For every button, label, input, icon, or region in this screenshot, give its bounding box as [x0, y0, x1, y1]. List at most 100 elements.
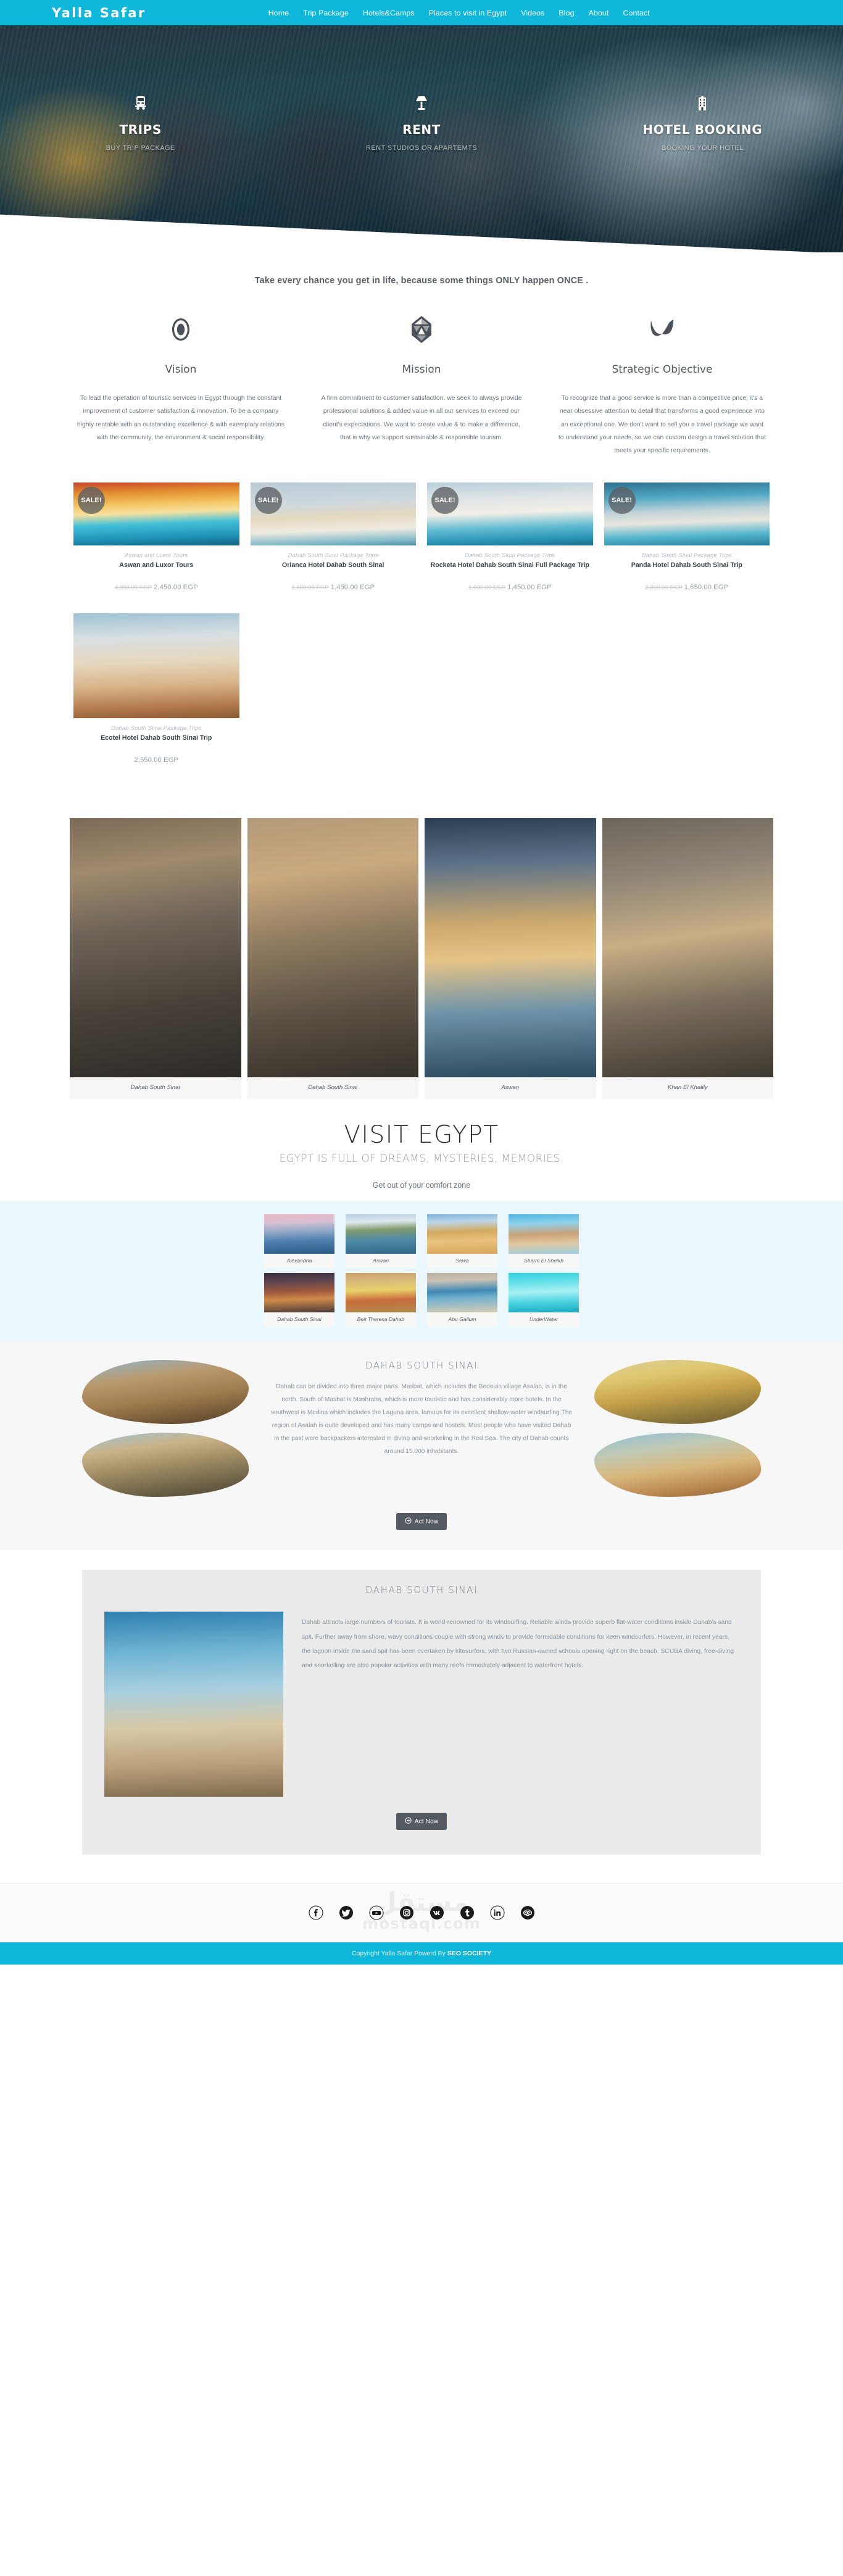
dahab-detail-image: [104, 1612, 283, 1797]
destination-card[interactable]: Alexandria: [264, 1214, 334, 1269]
destination-caption: Abu Gallum: [427, 1312, 497, 1327]
tumblr-icon[interactable]: [459, 1905, 475, 1920]
nav-item-blog[interactable]: Blog: [559, 9, 574, 17]
footer-spacer: [0, 1855, 843, 1884]
product-name[interactable]: Aswan and Luxor Tours: [73, 561, 239, 570]
site-brand[interactable]: Yalla Safar: [52, 6, 146, 20]
dahab-detail-title: DAHAB SOUTH SINAI: [365, 1584, 478, 1596]
product-image: [73, 613, 239, 718]
strategic-objective-body: To recognize that a good service is more…: [558, 395, 766, 455]
product-current-price: 2,450.00 EGP: [154, 584, 198, 591]
bus-icon: [0, 95, 281, 111]
dahab-detail-section: DAHAB SOUTH SINAI Dahab attracts large n…: [82, 1570, 761, 1855]
product-card[interactable]: Dahab South Sinai Package Trips Ecotel H…: [68, 613, 245, 764]
linkedin-icon[interactable]: [489, 1905, 505, 1920]
destination-caption: Aswan: [346, 1254, 416, 1269]
visit-egypt-subtitle-2: Get out of your comfort zone: [372, 1181, 471, 1190]
gallery-item[interactable]: Khan El Khalily: [602, 818, 773, 1100]
nav-item-places-to-visit[interactable]: Places to visit in Egypt: [429, 9, 507, 17]
mission-title: Mission: [402, 363, 441, 376]
destination-card[interactable]: Dahab South Sinai: [264, 1273, 334, 1327]
nav-item-contact[interactable]: Contact: [623, 9, 649, 17]
act-now-button[interactable]: Act Now: [396, 1813, 447, 1831]
product-current-price: 1,450.00 EGP: [330, 584, 375, 591]
destination-caption: Sharm El Sheikh: [509, 1254, 579, 1269]
gallery-image: [602, 818, 773, 1078]
dahab-blob-image[interactable]: [594, 1360, 761, 1425]
product-thumbnail[interactable]: SALE!: [604, 482, 770, 545]
destination-card[interactable]: Abu Gallum: [427, 1273, 497, 1327]
nav-item-about[interactable]: About: [589, 9, 609, 17]
mission-body: A firm commitment to customer satisfacti…: [321, 395, 522, 441]
dahab-title: DAHAB SOUTH SINAI: [365, 1360, 478, 1372]
product-name[interactable]: Rocketa Hotel Dahab South Sinai Full Pac…: [427, 561, 593, 570]
dahab-blob-image[interactable]: [594, 1433, 761, 1497]
instagram-icon[interactable]: [399, 1905, 414, 1920]
product-card[interactable]: SALE! Dahab South Sinai Package Trips Or…: [245, 482, 422, 591]
hero-feature-hotel-booking[interactable]: HOTEL BOOKING BOOKING YOUR HOTEL: [562, 95, 843, 152]
destination-image: [509, 1273, 579, 1313]
dahab-right-images: [594, 1360, 761, 1497]
product-name[interactable]: Panda Hotel Dahab South Sinai Trip: [604, 561, 770, 570]
act-now-label: Act Now: [414, 1518, 439, 1525]
product-thumbnail[interactable]: SALE!: [73, 482, 239, 545]
dahab-blob-image[interactable]: [82, 1360, 249, 1425]
visit-egypt-section: VISIT EGYPT EGYPT IS FULL OF DREAMS, MYS…: [0, 1121, 843, 1190]
product-card[interactable]: SALE! Dahab South Sinai Package Trips Ro…: [422, 482, 599, 591]
hero-feature-title: HOTEL BOOKING: [642, 122, 763, 137]
gallery-item[interactable]: Dahab South Sinai: [247, 818, 418, 1100]
product-category: Dahab South Sinai Package Trips: [465, 551, 555, 558]
product-card[interactable]: SALE! Dahab South Sinai Package Trips Pa…: [599, 482, 776, 591]
gallery-item[interactable]: Dahab South Sinai: [70, 818, 241, 1100]
site-footer: مستقل mostaql.com: [0, 1883, 843, 1943]
visit-egypt-title: VISIT EGYPT: [344, 1121, 499, 1149]
mission-column: Mission A firm commitment to customer sa…: [301, 313, 542, 458]
destination-caption: Dahab South Sinai: [264, 1312, 334, 1327]
circle-arrow-icon: [405, 1517, 412, 1526]
photo-gallery: Dahab South Sinai Dahab South Sinai Aswa…: [51, 818, 792, 1100]
gallery-caption: Dahab South Sinai: [247, 1077, 418, 1100]
hero-feature-trips[interactable]: TRIPS BUY TRIP PACKAGE: [0, 95, 281, 152]
destination-image: [509, 1214, 579, 1254]
product-grid: SALE! Aswan and Luxor Tours Aswan and Lu…: [68, 482, 775, 776]
copyright-brand[interactable]: SEO SOCIETY: [447, 1950, 491, 1957]
destination-card[interactable]: Aswan: [346, 1214, 416, 1269]
vk-icon[interactable]: [429, 1905, 444, 1920]
dahab-text-column: DAHAB SOUTH SINAI Dahab can be divided i…: [259, 1360, 584, 1458]
product-old-price: 1,600.00 EGP: [468, 584, 506, 591]
product-name[interactable]: Orianca Hotel Dahab South Sinai: [251, 561, 417, 570]
product-name[interactable]: Ecotel Hotel Dahab South Sinai Trip: [73, 734, 239, 743]
nav-item-home[interactable]: Home: [268, 9, 289, 17]
product-thumbnail[interactable]: SALE!: [427, 482, 593, 545]
main-nav: Home Trip Package Hotels&Camps Places to…: [268, 9, 650, 17]
gallery-item[interactable]: Aswan: [425, 818, 596, 1100]
dahab-blob-image[interactable]: [82, 1433, 249, 1497]
facebook-icon[interactable]: [308, 1905, 323, 1920]
act-now-button[interactable]: Act Now: [396, 1513, 447, 1531]
nav-item-videos[interactable]: Videos: [521, 9, 544, 17]
hero-feature-list: TRIPS BUY TRIP PACKAGE RENT RENT STUDIOS…: [0, 95, 843, 152]
destination-card[interactable]: Sewa: [427, 1214, 497, 1269]
tripadvisor-icon[interactable]: [520, 1905, 535, 1920]
hero-feature-subtitle: BOOKING YOUR HOTEL: [661, 144, 744, 152]
nav-item-hotels-camps[interactable]: Hotels&Camps: [363, 9, 415, 17]
copyright-bar: Copyright Yalla Safar Powerd By SEO SOCI…: [0, 1942, 843, 1965]
destination-grid: Alexandria Aswan Sewa Sharm El Sheikh Da…: [264, 1214, 579, 1327]
strategic-objective-title: Strategic Objective: [612, 363, 713, 376]
nav-item-trip-package[interactable]: Trip Package: [303, 9, 349, 17]
product-thumbnail[interactable]: SALE!: [250, 482, 416, 545]
vision-mission-section: Vision To lead the operation of touristi…: [60, 313, 783, 458]
destination-card[interactable]: UnderWater: [509, 1273, 579, 1327]
destination-card[interactable]: Sharm El Sheikh: [509, 1214, 579, 1269]
sale-badge: SALE!: [431, 486, 459, 514]
sale-badge: SALE!: [78, 486, 105, 514]
product-card[interactable]: SALE! Aswan and Luxor Tours Aswan and Lu…: [68, 482, 245, 591]
product-thumbnail[interactable]: [73, 613, 239, 718]
product-current-price: 1,450.00 EGP: [507, 584, 552, 591]
twitter-icon[interactable]: [338, 1905, 354, 1920]
destination-card[interactable]: Beit Theresa Dahab: [346, 1273, 416, 1327]
product-category: Dahab South Sinai Package Trips: [288, 551, 378, 558]
youtube-icon[interactable]: [368, 1905, 384, 1920]
destination-image: [427, 1214, 497, 1254]
hero-feature-rent[interactable]: RENT RENT STUDIOS OR APARTEMTS: [281, 95, 562, 152]
